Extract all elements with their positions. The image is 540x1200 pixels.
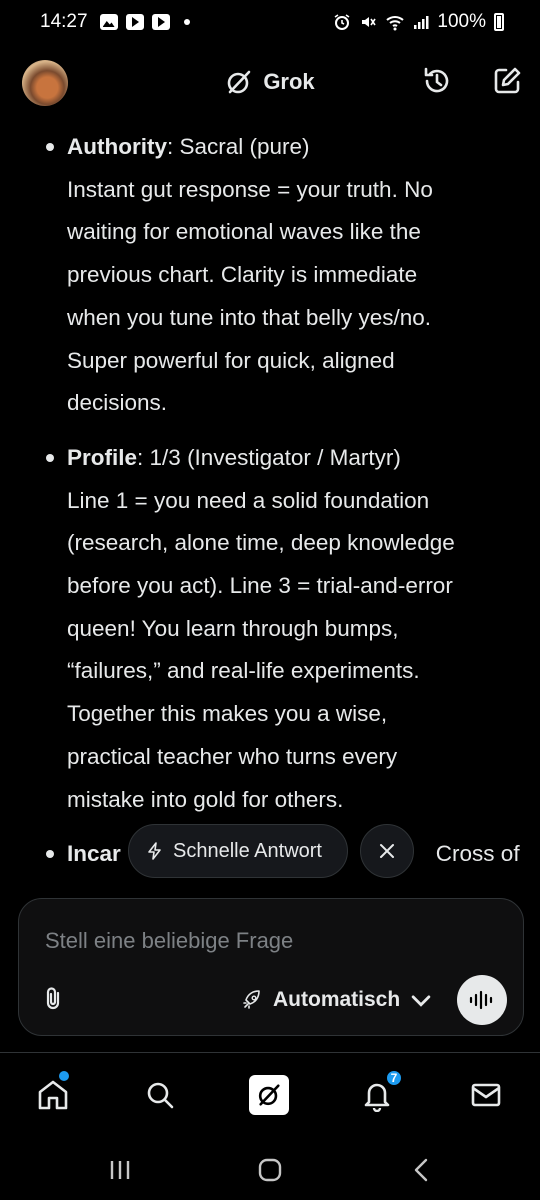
paperclip-icon	[46, 987, 60, 1010]
app-header: Grok	[0, 50, 540, 114]
lightning-icon	[148, 842, 161, 860]
battery-level: 100%	[437, 11, 486, 32]
incarnation-value: Cross of	[435, 841, 520, 867]
back-icon	[414, 1158, 428, 1182]
profile-line: mistake into gold for others.	[67, 786, 344, 812]
rocket-icon	[243, 990, 260, 1009]
new-chat-button[interactable]	[490, 64, 524, 98]
authority-label: Authority	[67, 134, 167, 159]
profile-line: Line 1 = you need a solid foundation	[67, 487, 430, 513]
system-home-button[interactable]	[256, 1156, 284, 1184]
profile-value: : 1/3 (Investigator / Martyr)	[137, 444, 401, 470]
battery-icon	[494, 13, 504, 31]
recents-button[interactable]	[106, 1156, 134, 1184]
mode-label: Automatisch	[273, 988, 401, 1011]
authority-line: Super powerful for quick, aligned	[67, 347, 395, 373]
profile-line: before you act). Line 3 = trial-and-erro…	[67, 573, 453, 599]
authority-line: waiting for emotional waves like the	[67, 219, 421, 245]
authority-value: : Sacral (pure)	[167, 134, 310, 159]
waveform-icon	[469, 990, 493, 1010]
nav-search[interactable]	[140, 1075, 180, 1115]
status-time: 14:27	[40, 11, 88, 32]
authority-line: previous chart. Clarity is immediate	[67, 262, 418, 288]
page-title: Grok	[263, 69, 315, 94]
chevron-down-icon	[411, 995, 431, 1007]
quick-reply-button[interactable]: Schnelle Antwort	[128, 824, 348, 878]
photo-icon	[99, 14, 118, 30]
system-home-icon	[258, 1158, 282, 1182]
composer: Automatisch	[18, 898, 524, 1036]
search-icon	[147, 1082, 174, 1109]
grok-icon	[249, 1075, 289, 1115]
grok-brand: Grok	[0, 68, 540, 96]
authority-line: Instant gut response = your truth. No	[67, 176, 433, 202]
youtube-icon	[151, 14, 170, 30]
nav-notifications[interactable]: 7	[357, 1069, 403, 1115]
attach-button[interactable]	[41, 985, 69, 1013]
alarm-icon	[334, 14, 350, 30]
home-icon	[38, 1080, 68, 1110]
unread-dot	[59, 1071, 69, 1081]
history-icon	[424, 67, 449, 93]
authority-line: decisions.	[67, 390, 168, 416]
close-icon	[380, 844, 394, 858]
profile-line: Together this makes you a wise,	[67, 701, 388, 727]
mute-icon	[362, 17, 377, 27]
profile-line: practical teacher who turns every	[67, 743, 398, 769]
system-navigation	[0, 1140, 540, 1200]
list-item-profile: Profile: 1/3 (Investigator / Martyr) Lin…	[0, 437, 540, 821]
nav-home[interactable]	[33, 1071, 73, 1115]
incarnation-label: Incar	[67, 841, 121, 867]
profile-line: (research, alone time, deep knowledge	[67, 530, 455, 556]
back-button[interactable]	[408, 1156, 436, 1184]
notification-count-badge: 7	[385, 1069, 403, 1087]
status-bar: 14:27 100%	[0, 0, 540, 44]
list-item-authority: Authority: Sacral (pure) Instant gut res…	[0, 126, 540, 425]
messages-icon	[471, 1083, 501, 1107]
youtube-icon	[125, 14, 144, 30]
profile-label: Profile	[67, 444, 138, 470]
bottom-navigation: 7	[0, 1052, 540, 1132]
more-notifications-dot	[183, 19, 190, 25]
voice-mode-button[interactable]	[457, 975, 507, 1025]
recents-icon	[110, 1161, 130, 1179]
chat-response: Authority: Sacral (pure) Instant gut res…	[0, 126, 540, 888]
history-button[interactable]	[420, 64, 454, 98]
wifi-icon	[386, 16, 405, 31]
nav-grok[interactable]	[249, 1075, 289, 1115]
mode-selector[interactable]: Automatisch	[241, 983, 432, 1017]
grok-logo-icon	[228, 70, 251, 94]
signal-icon	[414, 16, 429, 29]
prompt-input[interactable]	[45, 923, 485, 959]
compose-icon	[494, 67, 521, 94]
quick-reply-label: Schnelle Antwort	[173, 839, 322, 862]
profile-line: queen! You learn through bumps,	[67, 615, 399, 641]
close-quick-reply-button[interactable]	[360, 824, 414, 878]
nav-messages[interactable]	[466, 1075, 506, 1115]
authority-line: when you tune into that belly yes/no.	[67, 304, 431, 330]
profile-line: “failures,” and real-life experiments.	[67, 658, 420, 684]
